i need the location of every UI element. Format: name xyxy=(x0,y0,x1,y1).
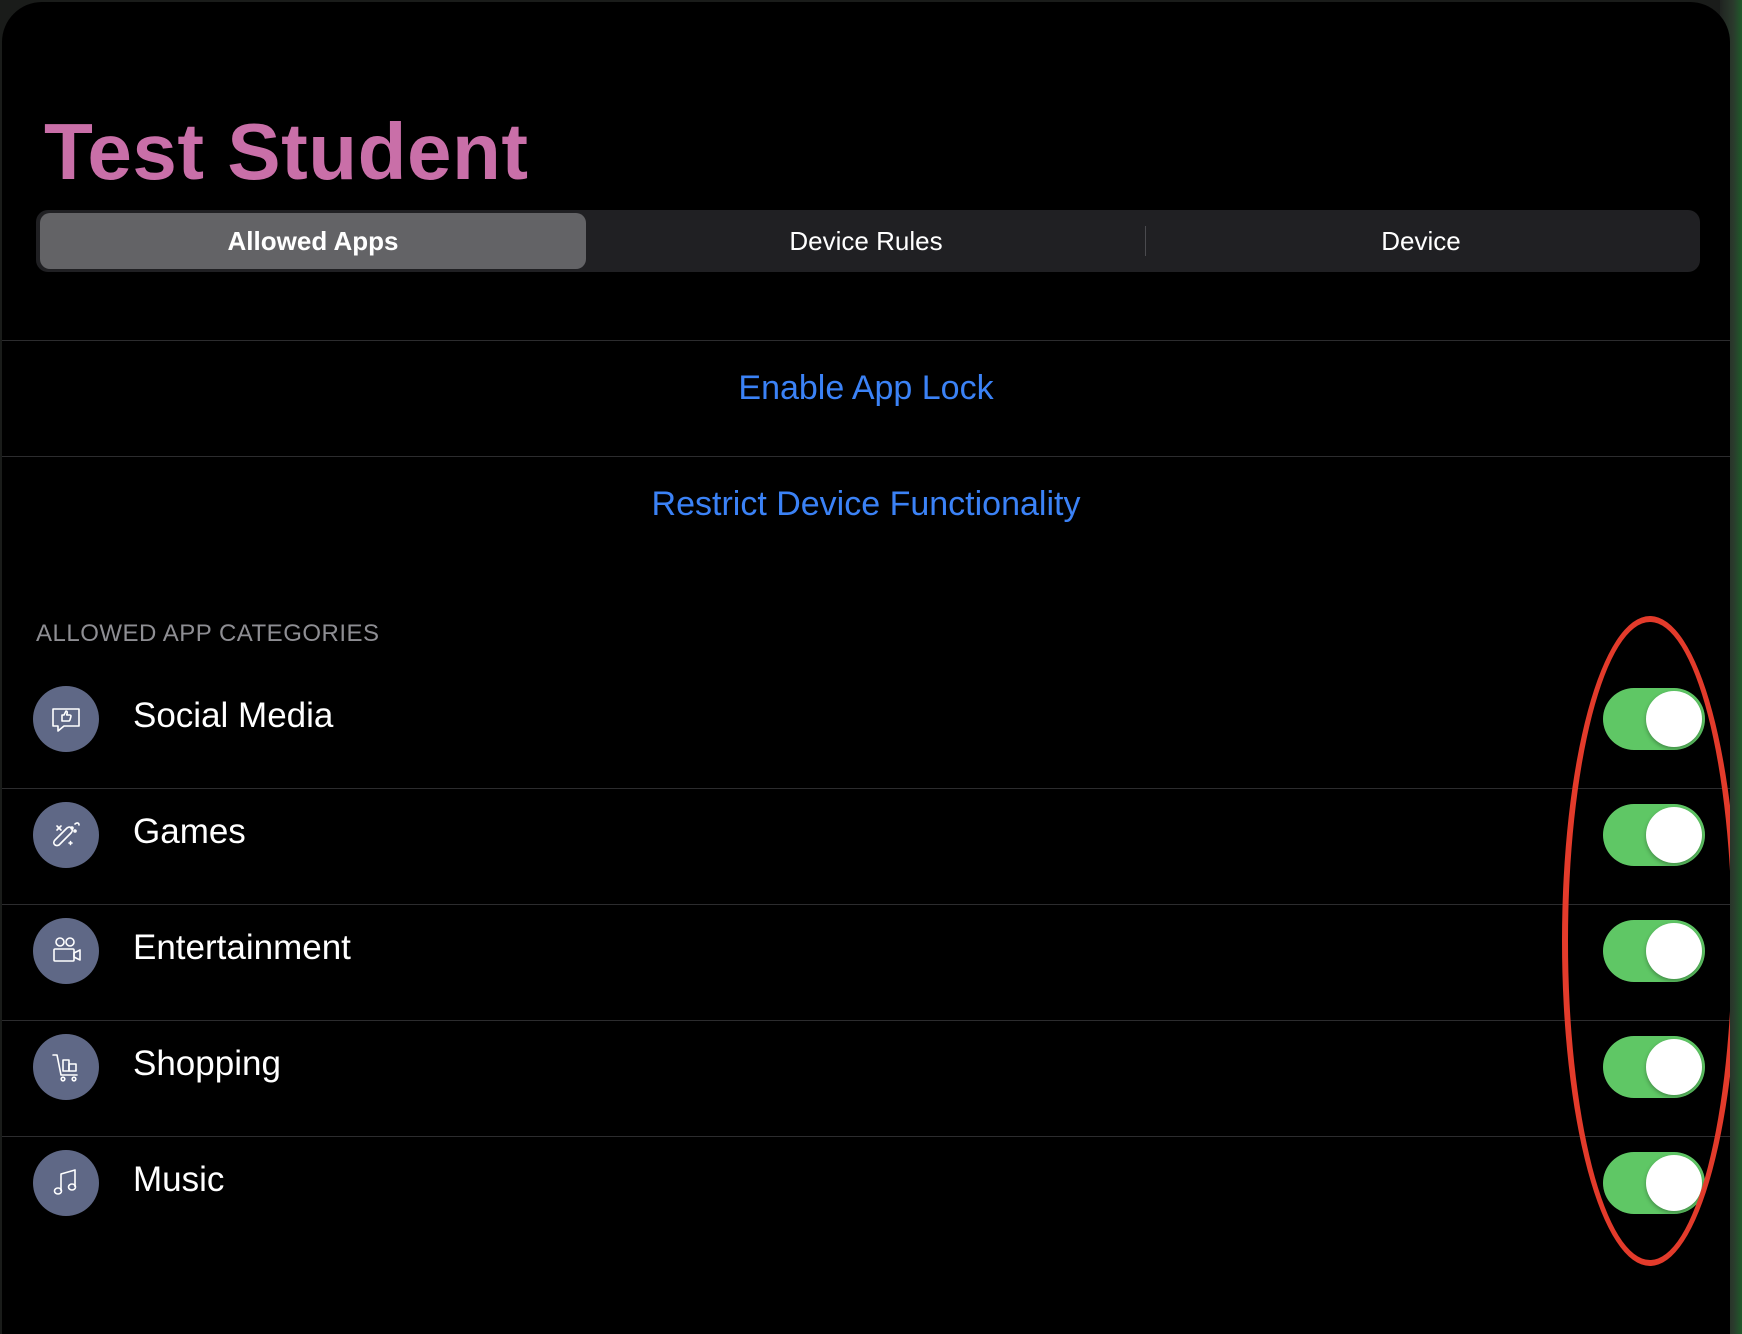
tab-device-rules[interactable]: Device Rules xyxy=(593,213,1139,269)
music-note-icon xyxy=(33,1150,99,1216)
shopping-cart-icon xyxy=(33,1034,99,1100)
red-annotation-ellipse xyxy=(1562,616,1730,1266)
tab-allowed-apps[interactable]: Allowed Apps xyxy=(40,213,586,269)
game-controller-icon xyxy=(33,802,99,868)
enable-app-lock-button[interactable]: Enable App Lock xyxy=(2,369,1730,408)
category-row-games: Games xyxy=(2,776,1730,892)
tab-device[interactable]: Device xyxy=(1148,213,1694,269)
category-label: Entertainment xyxy=(133,928,351,967)
category-label: Social Media xyxy=(133,696,334,735)
page-title: Test Student xyxy=(44,107,529,196)
divider xyxy=(2,340,1730,341)
device-frame: Test Student Allowed Apps Device Rules D… xyxy=(0,0,1742,1334)
social-media-icon xyxy=(33,686,99,752)
category-label: Games xyxy=(133,812,246,851)
category-row-music: Music xyxy=(2,1124,1730,1240)
restrict-device-button[interactable]: Restrict Device Functionality xyxy=(2,485,1730,524)
screen: Test Student Allowed Apps Device Rules D… xyxy=(2,2,1730,1334)
video-camera-icon xyxy=(33,918,99,984)
segmented-control: Allowed Apps Device Rules Device xyxy=(36,210,1700,272)
section-header: ALLOWED APP CATEGORIES xyxy=(36,620,380,647)
segment-divider xyxy=(1145,226,1146,256)
category-label: Shopping xyxy=(133,1044,281,1083)
category-label: Music xyxy=(133,1160,225,1199)
category-row-entertainment: Entertainment xyxy=(2,892,1730,1008)
category-row-shopping: Shopping xyxy=(2,1008,1730,1124)
category-row-social-media: Social Media xyxy=(2,660,1730,776)
divider xyxy=(2,456,1730,457)
